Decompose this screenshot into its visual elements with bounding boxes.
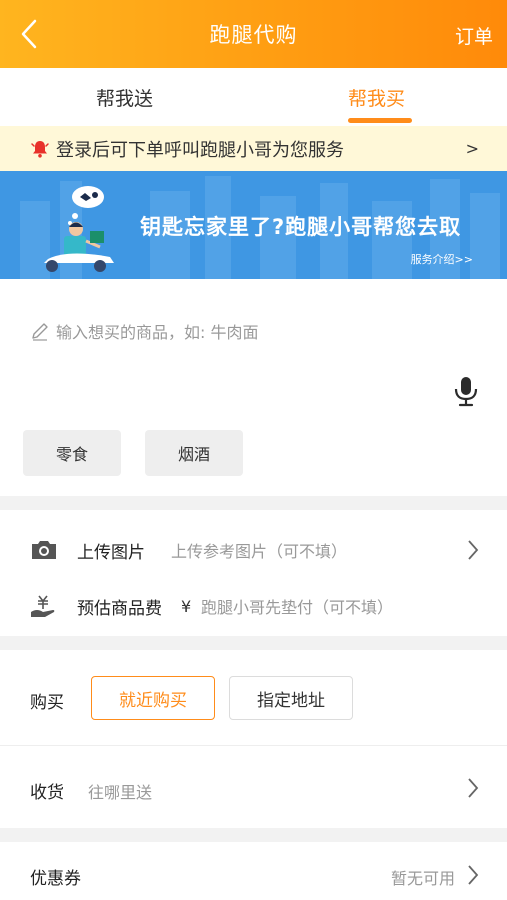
chevron-right-icon [468, 540, 479, 560]
back-button[interactable] [20, 18, 50, 50]
coupon-row[interactable]: 优惠券 暂无可用 [0, 842, 507, 900]
tab-help-buy[interactable]: 帮我买 [348, 84, 405, 111]
buy-nearby-button[interactable]: 就近购买 [91, 676, 215, 720]
chevron-right-icon [468, 778, 479, 798]
active-tab-indicator [348, 118, 412, 123]
item-input[interactable]: 输入想买的商品，如: 牛肉面 [30, 319, 258, 343]
upload-image-label: 上传图片 [77, 542, 145, 563]
purchase-label: 购买 [30, 693, 64, 713]
top-bar: 跑腿代购 订单 [0, 0, 507, 68]
estimated-price-hint: 跑腿小哥先垫付（可不填） [201, 598, 394, 617]
banner-slogan: 钥匙忘家里了?跑腿小哥帮您去取 [140, 215, 462, 239]
chevron-right-icon [468, 865, 479, 885]
orders-button[interactable]: 订单 [455, 22, 493, 49]
chevron-left-icon [21, 19, 37, 49]
notice-arrow: > [465, 139, 479, 158]
tab-bar: 帮我送 帮我买 [0, 68, 507, 126]
address-card: 购买 就近购买 指定地址 收货 往哪里送 [0, 650, 507, 828]
coupon-value: 暂无可用 [390, 869, 455, 888]
bell-icon [31, 140, 49, 158]
specify-address-button[interactable]: 指定地址 [229, 676, 353, 720]
item-input-card: 输入想买的商品，如: 牛肉面 零食 烟酒 [0, 279, 507, 496]
camera-icon [32, 541, 56, 559]
item-input-placeholder: 输入想买的商品，如: 牛肉面 [56, 323, 259, 342]
money-hand-icon [31, 595, 55, 617]
upload-image-hint: 上传参考图片（可不填） [171, 542, 348, 561]
notice-text: 登录后可下单呼叫跑腿小哥为您服务 [56, 139, 344, 161]
service-intro-link[interactable]: 服务介绍>> [411, 251, 473, 267]
pencil-icon [32, 323, 48, 341]
currency-symbol: ¥ [181, 596, 192, 616]
estimated-price-label: 预估商品费 [77, 598, 162, 619]
coupon-label: 优惠券 [30, 869, 81, 889]
upload-image-row[interactable]: 上传图片 上传参考图片（可不填） [0, 528, 507, 572]
page-title: 跑腿代购 [209, 23, 298, 47]
divider [0, 745, 507, 746]
promo-banner[interactable]: 钥匙忘家里了?跑腿小哥帮您去取 服务介绍>> [0, 171, 507, 279]
tag-snacks[interactable]: 零食 [23, 430, 121, 476]
receive-label: 收货 [30, 783, 64, 803]
microphone-icon[interactable] [452, 375, 480, 407]
tab-help-deliver[interactable]: 帮我送 [96, 84, 153, 111]
estimated-price-row[interactable]: 预估商品费 ¥ 跑腿小哥先垫付（可不填） [0, 584, 507, 628]
tag-tobacco-alcohol[interactable]: 烟酒 [145, 430, 243, 476]
receive-address-input[interactable]: 往哪里送 [88, 779, 152, 803]
login-notice-bar[interactable]: 登录后可下单呼叫跑腿小哥为您服务 > [0, 126, 507, 171]
details-card: 上传图片 上传参考图片（可不填） 预估商品费 ¥ 跑腿小哥先垫付（可不填） [0, 510, 507, 636]
